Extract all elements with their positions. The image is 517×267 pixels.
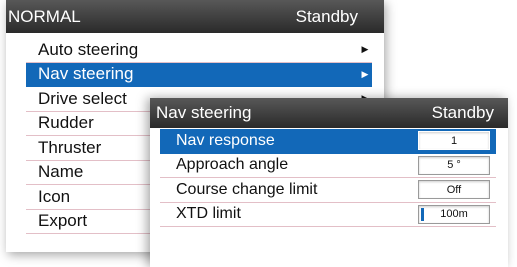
- course-change-limit-value: Off: [446, 183, 462, 196]
- nav-response-value: 1: [450, 134, 458, 147]
- menu-item-label: Icon: [38, 186, 71, 206]
- menu-item-label: Drive select: [38, 88, 127, 108]
- menu-item-label: Auto steering: [38, 39, 139, 59]
- menu-item-auto-steering[interactable]: Auto steering ▶: [26, 38, 372, 63]
- course-change-limit-value-field[interactable]: Off: [418, 180, 490, 200]
- nav-steering-list: Nav response 1 Approach angle 5 ° Course…: [150, 129, 508, 227]
- nav-steering-status: Standby: [431, 103, 494, 122]
- setting-nav-response[interactable]: Nav response 1: [160, 129, 496, 154]
- menu-item-label: Name: [38, 162, 84, 182]
- setting-xtd-limit[interactable]: XTD limit 100m: [160, 203, 496, 227]
- nav-steering-title: Nav steering: [156, 103, 252, 122]
- main-menu-status: Standby: [295, 6, 358, 26]
- main-menu-titlebar: NORMAL Standby: [6, 0, 384, 33]
- nav-response-value-field[interactable]: 1: [418, 131, 490, 151]
- approach-angle-value: 5 °: [447, 159, 461, 172]
- chevron-right-icon: ▶: [361, 68, 369, 79]
- setting-approach-angle[interactable]: Approach angle 5 °: [160, 154, 496, 178]
- setting-label: Nav response: [176, 131, 275, 149]
- chevron-right-icon: ▶: [361, 44, 369, 55]
- menu-item-label: Thruster: [38, 137, 102, 157]
- setting-course-change-limit[interactable]: Course change limit Off: [160, 178, 496, 203]
- menu-item-label: Export: [38, 211, 88, 231]
- setting-label: XTD limit: [176, 205, 241, 223]
- main-menu-title: NORMAL: [8, 6, 81, 26]
- setting-label: Course change limit: [176, 180, 318, 198]
- menu-item-nav-steering[interactable]: Nav steering ▶: [26, 62, 372, 87]
- xtd-limit-level-bar: [421, 207, 424, 221]
- xtd-limit-value: 100m: [440, 208, 468, 221]
- menu-item-label: Nav steering: [38, 64, 134, 84]
- nav-steering-titlebar: Nav steering Standby: [150, 98, 508, 128]
- nav-steering-dialog: Nav steering Standby Nav response 1 Appr…: [150, 98, 508, 267]
- setting-label: Approach angle: [176, 156, 289, 174]
- menu-item-label: Rudder: [38, 113, 94, 133]
- approach-angle-value-field[interactable]: 5 °: [418, 155, 490, 175]
- xtd-limit-value-field[interactable]: 100m: [418, 204, 490, 224]
